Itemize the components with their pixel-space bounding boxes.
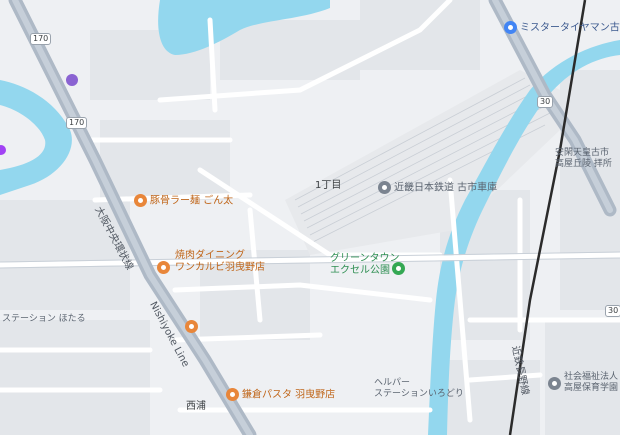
route-shield: 30 [605, 305, 620, 317]
poi-yakiniku-label: 焼肉ダイニング ワンカルビ羽曳野店 [175, 250, 265, 273]
school-icon [548, 376, 561, 390]
route-shield: 30 [537, 96, 554, 108]
route-shield: 170 [30, 33, 52, 45]
poi-ankan-tomb[interactable]: 安閑天皇古市 高屋丘陵 拝所 [555, 148, 612, 170]
restaurant-icon [185, 320, 198, 333]
poi-yakiniku-wonkalbi[interactable] [157, 257, 173, 276]
restaurant-icon [157, 261, 170, 274]
transit-marker-icon[interactable] [66, 74, 78, 86]
poi-greentown-park[interactable] [392, 258, 408, 277]
poi-tonkotsu-ramen[interactable]: 豚骨ラー麺 ごん太 [134, 194, 233, 208]
poi-helper-station[interactable]: ヘルパー ステーションいろどり [374, 378, 464, 400]
district-label: 1丁目 [315, 180, 342, 191]
poi-mister-tireman[interactable]: ミスタータイヤマン古市店 [504, 21, 620, 35]
route-shield: 170 [66, 117, 88, 129]
poi-kintetsu-depot[interactable]: 近畿日本鉄道 古市車庫 [378, 181, 497, 195]
park-tree-icon [392, 262, 405, 275]
poi-kamakura-pasta[interactable]: 鎌倉パスタ 羽曳野店 [226, 388, 335, 402]
poi-unnamed-food[interactable] [185, 316, 201, 335]
restaurant-icon [134, 194, 147, 207]
restaurant-icon [226, 388, 239, 401]
place-label-nishiura: 西浦 [186, 401, 206, 412]
shopping-pin-icon [504, 21, 517, 34]
poi-station-hotaru[interactable]: ステーション ほたる [2, 313, 86, 325]
poi-takaya-nursery[interactable]: 社会福祉法人 高屋保育学園 [548, 372, 618, 394]
train-depot-icon [378, 181, 391, 194]
poi-greentown-park-label: グリーンタウン エクセル公園 [330, 253, 400, 276]
map-canvas[interactable] [0, 0, 620, 435]
